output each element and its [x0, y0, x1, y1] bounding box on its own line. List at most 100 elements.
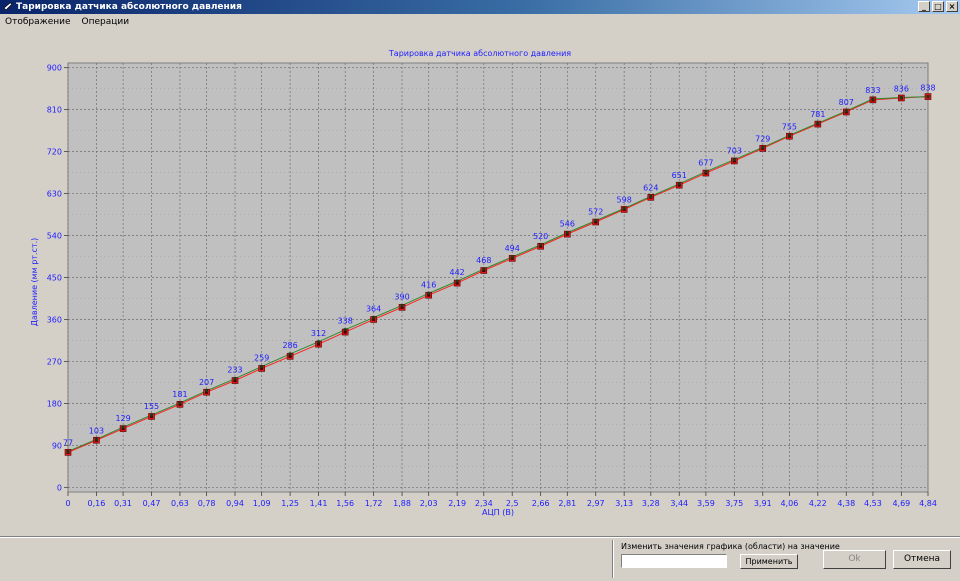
green-point-marker[interactable] — [121, 425, 125, 429]
point-value-label: 598 — [617, 195, 632, 204]
close-button[interactable]: × — [946, 1, 958, 12]
green-point-marker[interactable] — [455, 279, 459, 283]
x-tick-label: 0,47 — [143, 499, 161, 508]
point-value-label: 520 — [533, 232, 548, 241]
cancel-button[interactable]: Отмена — [893, 550, 951, 569]
x-tick-label: 1,56 — [336, 499, 354, 508]
green-point-marker[interactable] — [677, 182, 681, 186]
app-icon — [3, 2, 13, 11]
x-tick-label: 3,75 — [725, 499, 743, 508]
green-point-marker[interactable] — [372, 316, 376, 320]
green-point-marker[interactable] — [594, 219, 598, 223]
green-point-marker[interactable] — [510, 255, 514, 259]
point-value-label: 416 — [421, 280, 436, 289]
x-tick-label: 3,44 — [670, 499, 688, 508]
green-point-marker[interactable] — [787, 133, 791, 137]
menu-bar: Отображение Операции — [0, 14, 960, 30]
x-tick-label: 3,91 — [754, 499, 772, 508]
x-axis-label: АЦП (В) — [482, 508, 514, 517]
green-point-marker[interactable] — [288, 352, 292, 356]
x-tick-label: 0,31 — [114, 499, 132, 508]
y-tick-label: 180 — [47, 399, 62, 408]
green-point-marker[interactable] — [343, 328, 347, 332]
green-point-marker[interactable] — [761, 145, 765, 149]
point-value-label: 233 — [227, 366, 242, 375]
point-value-label: 838 — [920, 84, 935, 93]
green-point-marker[interactable] — [926, 95, 930, 99]
green-point-marker[interactable] — [539, 243, 543, 247]
point-value-label: 103 — [89, 426, 104, 435]
green-point-marker[interactable] — [233, 377, 237, 381]
green-point-marker[interactable] — [317, 340, 321, 344]
green-point-marker[interactable] — [178, 401, 182, 405]
change-value-input[interactable] — [621, 554, 727, 568]
green-point-marker[interactable] — [704, 170, 708, 174]
point-value-label: 129 — [115, 414, 130, 423]
x-tick-label: 0 — [65, 499, 70, 508]
y-tick-label: 0 — [57, 483, 62, 492]
green-point-marker[interactable] — [150, 413, 154, 417]
x-tick-label: 1,41 — [310, 499, 328, 508]
x-tick-label: 1,72 — [365, 499, 383, 508]
x-tick-label: 3,13 — [615, 499, 633, 508]
x-tick-label: 2,34 — [475, 499, 493, 508]
calibration-chart: Тарировка датчика абсолютного давления Д… — [30, 49, 937, 517]
x-tick-label: 1,25 — [281, 499, 299, 508]
point-value-label: 494 — [505, 244, 520, 253]
green-point-marker[interactable] — [899, 96, 903, 100]
y-tick-label: 270 — [47, 357, 62, 366]
x-tick-label: 4,53 — [864, 499, 882, 508]
x-tick-label: 2,97 — [587, 499, 605, 508]
x-tick-label: 0,16 — [88, 499, 106, 508]
green-point-marker[interactable] — [844, 109, 848, 113]
panel-separator — [612, 540, 614, 578]
green-point-marker[interactable] — [400, 303, 404, 307]
window-title: Тарировка датчика абсолютного давления — [16, 2, 242, 12]
x-tick-label: 2,66 — [532, 499, 550, 508]
green-point-marker[interactable] — [816, 121, 820, 125]
x-tick-label: 0,94 — [226, 499, 244, 508]
green-point-marker[interactable] — [565, 231, 569, 235]
point-value-label: 312 — [311, 329, 326, 338]
maximize-button[interactable]: □ — [932, 1, 944, 12]
point-value-label: 807 — [839, 98, 854, 107]
point-value-label: 781 — [810, 110, 825, 119]
ok-button[interactable]: Ok — [823, 550, 886, 569]
green-point-marker[interactable] — [871, 97, 875, 101]
point-value-label: 286 — [282, 341, 297, 350]
chart-area: Тарировка датчика абсолютного давления Д… — [0, 30, 960, 536]
green-point-marker[interactable] — [205, 389, 209, 393]
y-tick-label: 540 — [47, 232, 62, 241]
green-point-marker[interactable] — [94, 437, 98, 441]
x-tick-label: 3,28 — [642, 499, 660, 508]
x-tick-label: 2,5 — [506, 499, 519, 508]
point-value-label: 729 — [755, 134, 770, 143]
title-bar: Тарировка датчика абсолютного давления _… — [0, 0, 960, 14]
x-tick-label: 4,22 — [809, 499, 827, 508]
x-tick-label: 1,09 — [253, 499, 271, 508]
apply-button[interactable]: Применить — [740, 554, 798, 569]
point-value-label: 677 — [698, 159, 713, 168]
y-tick-label: 90 — [52, 441, 62, 450]
x-tick-label: 4,69 — [892, 499, 910, 508]
green-point-marker[interactable] — [66, 449, 70, 453]
change-value-label: Изменить значения графика (области) на з… — [621, 542, 840, 551]
chart-title: Тарировка датчика абсолютного давления — [388, 49, 571, 58]
x-tick-label: 0,78 — [198, 499, 216, 508]
x-tick-label: 2,81 — [558, 499, 576, 508]
green-point-marker[interactable] — [482, 267, 486, 271]
green-point-marker[interactable] — [622, 206, 626, 210]
menu-view[interactable]: Отображение — [0, 14, 77, 28]
menu-operations[interactable]: Операции — [77, 14, 136, 28]
point-value-label: 546 — [560, 220, 575, 229]
x-tick-label: 2,19 — [448, 499, 466, 508]
y-tick-label: 630 — [47, 190, 62, 199]
minimize-button[interactable]: _ — [918, 1, 930, 12]
green-point-marker[interactable] — [260, 365, 264, 369]
green-point-marker[interactable] — [427, 291, 431, 295]
point-value-label: 338 — [338, 317, 353, 326]
point-value-label: 755 — [782, 122, 797, 131]
green-point-marker[interactable] — [732, 158, 736, 162]
green-point-marker[interactable] — [649, 194, 653, 198]
point-value-label: 155 — [144, 402, 159, 411]
